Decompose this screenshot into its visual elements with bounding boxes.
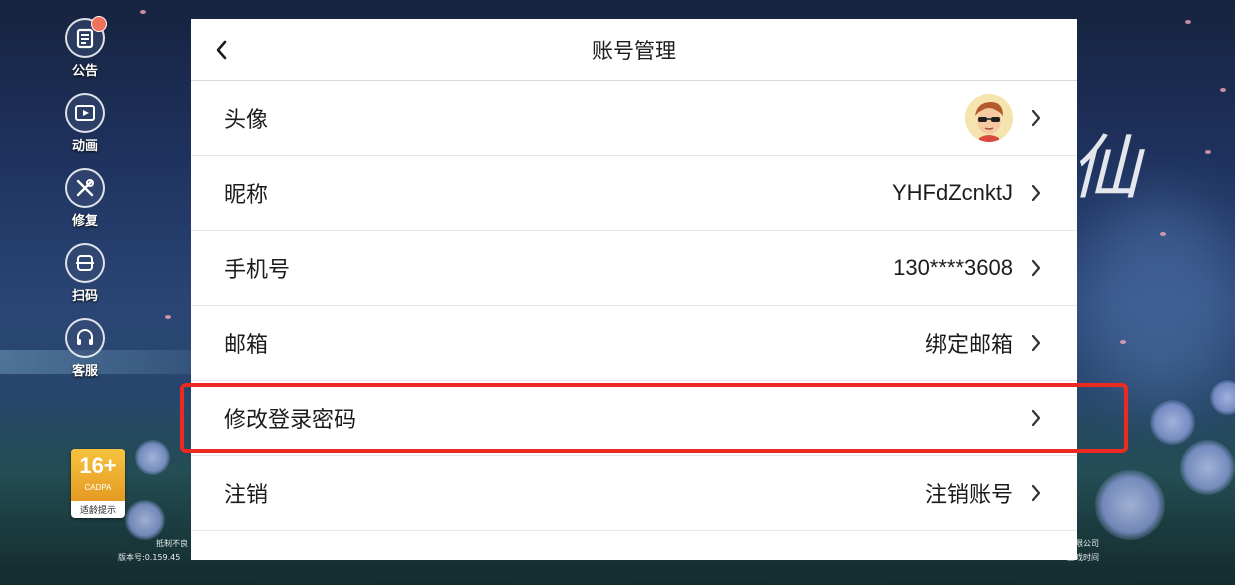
row-avatar[interactable]: 头像 (191, 81, 1077, 156)
sidebar-label-repair: 修复 (71, 214, 98, 229)
scan-icon (65, 243, 105, 283)
tools-icon (65, 168, 105, 208)
sidebar-item-support[interactable]: 客服 (56, 318, 114, 393)
sidebar-label-notice: 公告 (71, 64, 98, 79)
chevron-left-icon (216, 40, 227, 60)
age-rating-number: 16+ (79, 453, 117, 478)
footer-text-line1-left: 抵制不良 (156, 539, 188, 548)
chevron-right-icon (1031, 259, 1041, 277)
row-label-phone: 手机号 (224, 258, 291, 283)
avatar (965, 94, 1013, 142)
chevron-right-icon (1031, 109, 1041, 127)
age-rating-badge[interactable]: 16+ CADPA 适龄提示 (71, 449, 125, 518)
footer-version: 版本号:0.159.45 (118, 553, 181, 562)
row-label-avatar: 头像 (224, 108, 269, 133)
chevron-right-icon (1031, 334, 1041, 352)
row-label-email: 邮箱 (224, 333, 269, 358)
sidebar-item-scan[interactable]: 扫码 (56, 243, 114, 318)
chevron-right-icon (1031, 184, 1041, 202)
left-sidebar: 公告 动画 修复 扫码 客服 (56, 16, 114, 393)
row-label-nickname: 昵称 (224, 183, 269, 208)
row-label-change-password: 修改登录密码 (224, 408, 357, 433)
sidebar-item-animation[interactable]: 动画 (56, 93, 114, 168)
phone-value: 130****3608 (893, 255, 1013, 280)
row-label-deactivate: 注销 (224, 483, 269, 508)
email-value: 绑定邮箱 (924, 333, 1013, 358)
sidebar-item-notice[interactable]: 公告 (56, 16, 114, 93)
video-icon (65, 93, 105, 133)
sidebar-label-scan: 扫码 (71, 289, 98, 304)
page-title: 账号管理 (592, 38, 676, 63)
chevron-right-icon (1031, 484, 1041, 502)
sidebar-label-support: 客服 (71, 364, 98, 379)
row-change-password[interactable]: 修改登录密码 (191, 381, 1077, 456)
account-management-panel: 账号管理 头像 昵称 YHFdZcnktJ 手机号 130****3608 邮箱… (191, 19, 1077, 560)
headset-icon (65, 318, 105, 358)
back-button[interactable] (205, 34, 237, 66)
deactivate-value: 注销账号 (924, 483, 1013, 508)
age-rating-org: CADPA (84, 483, 112, 492)
row-phone[interactable]: 手机号 130****3608 (191, 231, 1077, 306)
nickname-value: YHFdZcnktJ (891, 180, 1013, 205)
sidebar-item-repair[interactable]: 修复 (56, 168, 114, 243)
notification-dot (91, 16, 107, 32)
game-logo-calligraphy: 仙 (1070, 127, 1140, 209)
panel-header: 账号管理 (191, 19, 1077, 81)
row-deactivate[interactable]: 注销 注销账号 (191, 456, 1077, 531)
chevron-right-icon (1031, 409, 1041, 427)
row-nickname[interactable]: 昵称 YHFdZcnktJ (191, 156, 1077, 231)
row-email[interactable]: 邮箱 绑定邮箱 (191, 306, 1077, 381)
age-rating-tip: 适龄提示 (79, 506, 116, 516)
sidebar-label-animation: 动画 (71, 139, 98, 154)
